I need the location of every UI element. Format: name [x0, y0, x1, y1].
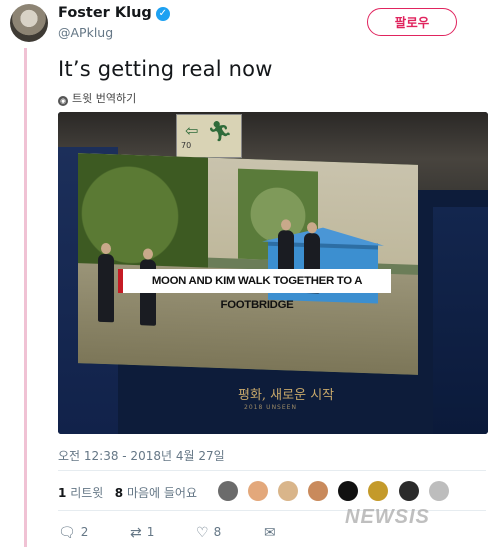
photo-wall-right [433, 207, 488, 434]
newsis-watermark: NEWSIS [345, 506, 430, 528]
avatar[interactable] [10, 4, 48, 42]
translate-label[interactable]: 트윗 번역하기 [72, 92, 136, 105]
user-handle[interactable]: @APklug [58, 25, 113, 40]
retweet-icon: ⇄ [130, 525, 142, 541]
news-caption: MOON AND KIM WALK TOGETHER TO A FOOTBRID… [118, 269, 391, 311]
tweet-timestamp[interactable]: 오전 12:38 - 2018년 4월 27일 [58, 447, 225, 464]
tweet-text: It’s getting real now [58, 57, 273, 81]
liker-avatar[interactable] [338, 481, 359, 501]
exit-arrow-icon: ⇦ [185, 121, 199, 140]
globe-icon: ◉ [58, 96, 68, 106]
envelope-icon: ✉ [264, 525, 276, 541]
retweets-label: 리트윗 [70, 486, 104, 500]
heart-icon: ♡ [196, 525, 209, 541]
retweet-count: 1 [146, 525, 155, 539]
reply-icon: 🗨︎ [58, 525, 76, 541]
tweet-stats: 1 리트윗 8 마음에 들어요 [58, 484, 197, 501]
stage-banner-sub: 2018 UNSEEN [244, 404, 297, 411]
likes-label: 마음에 들어요 [126, 486, 198, 500]
user-name-text[interactable]: Foster Klug [58, 5, 152, 21]
running-figure-icon: 🏃︎ [207, 119, 233, 143]
broadcast-screen [78, 153, 418, 375]
stage-banner-korean: 평화, 새로운 시작 [238, 388, 335, 403]
retweets-stat[interactable]: 1 리트윗 [58, 486, 103, 500]
direct-message-button[interactable]: ✉ [264, 525, 281, 541]
translate-tweet-link[interactable]: ◉ 트윗 번역하기 [58, 90, 136, 106]
follow-button[interactable]: 팔로우 [367, 8, 457, 36]
reply-button[interactable]: 🗨︎ 2 [58, 525, 88, 541]
person-figure [98, 253, 114, 323]
liker-avatar[interactable] [248, 481, 269, 501]
like-button[interactable]: ♡ 8 [196, 525, 221, 541]
divider [58, 470, 486, 471]
user-name[interactable]: Foster Klug ✓ [58, 5, 170, 21]
liker-avatar[interactable] [368, 481, 389, 501]
retweet-button[interactable]: ⇄ 1 [130, 525, 154, 541]
reply-count: 2 [80, 525, 89, 539]
thread-line [24, 48, 27, 547]
liker-avatar[interactable] [308, 481, 329, 501]
liker-avatar[interactable] [278, 481, 299, 501]
retweets-count: 1 [58, 486, 67, 500]
liker-avatars [218, 481, 454, 503]
exit-sign: ⇦ 🏃︎ 70 [176, 114, 242, 158]
liker-avatar[interactable] [218, 481, 238, 501]
liker-avatar[interactable] [428, 481, 449, 501]
likes-count: 8 [114, 486, 124, 500]
like-count: 8 [213, 525, 222, 539]
liker-avatar[interactable] [398, 481, 419, 501]
verified-badge-icon: ✓ [155, 7, 170, 21]
likes-stat[interactable]: 8 마음에 들어요 [115, 486, 197, 500]
tweet-photo[interactable]: ⇦ 🏃︎ 70 MOON AND KIM WALK TOGETHER TO A … [58, 112, 488, 434]
exit-sign-number: 70 [181, 141, 192, 150]
